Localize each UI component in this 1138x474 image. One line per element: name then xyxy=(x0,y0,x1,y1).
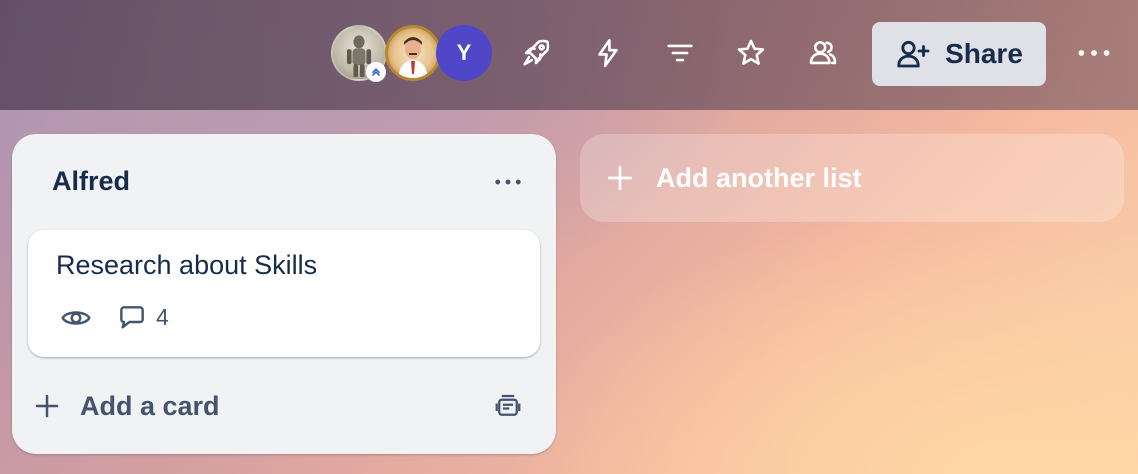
add-person-icon xyxy=(897,40,930,68)
comment-icon xyxy=(120,306,144,329)
star-board-button[interactable] xyxy=(731,33,771,73)
list-actions-button[interactable] xyxy=(488,164,528,200)
list-title[interactable]: Alfred xyxy=(52,166,130,197)
create-from-template-button[interactable] xyxy=(490,388,526,424)
filter-button[interactable] xyxy=(660,33,700,73)
eye-icon xyxy=(61,311,91,325)
visibility-button[interactable] xyxy=(803,33,843,73)
card-title: Research about Skills xyxy=(56,250,318,280)
board-menu-button[interactable] xyxy=(1074,33,1114,73)
comment-count: 4 xyxy=(156,304,169,330)
add-list-label: Add another list xyxy=(656,162,862,193)
power-ups-button[interactable] xyxy=(516,33,556,73)
list-alfred: Alfred Research about Skills 4 Add a car… xyxy=(12,134,556,454)
rocket-icon xyxy=(523,39,550,66)
avatar-initial: Y xyxy=(456,40,472,65)
member-avatar-man[interactable] xyxy=(385,25,441,81)
share-label: Share xyxy=(945,38,1023,69)
add-card-label: Add a card xyxy=(80,390,220,421)
share-button[interactable]: Share xyxy=(872,22,1046,86)
more-horizontal-icon xyxy=(1078,50,1110,56)
lightning-icon xyxy=(598,38,618,68)
member-avatar-y[interactable]: Y xyxy=(436,25,492,81)
man-portrait-avatar-image xyxy=(398,37,428,78)
more-horizontal-icon xyxy=(495,179,521,185)
admin-badge-icon xyxy=(366,62,386,82)
filter-icon xyxy=(667,44,693,62)
add-another-list-button[interactable]: Add another list xyxy=(580,134,1124,222)
team-visibility-icon xyxy=(809,41,837,65)
template-icon xyxy=(495,394,521,416)
board-header: Y Share xyxy=(0,0,1138,110)
automation-button[interactable] xyxy=(588,33,628,73)
add-card-button[interactable]: Add a card xyxy=(32,382,452,430)
star-icon xyxy=(737,39,765,65)
card-research-about-skills[interactable]: Research about Skills 4 xyxy=(28,230,540,357)
plus-icon xyxy=(608,166,632,190)
plus-icon xyxy=(35,394,59,418)
